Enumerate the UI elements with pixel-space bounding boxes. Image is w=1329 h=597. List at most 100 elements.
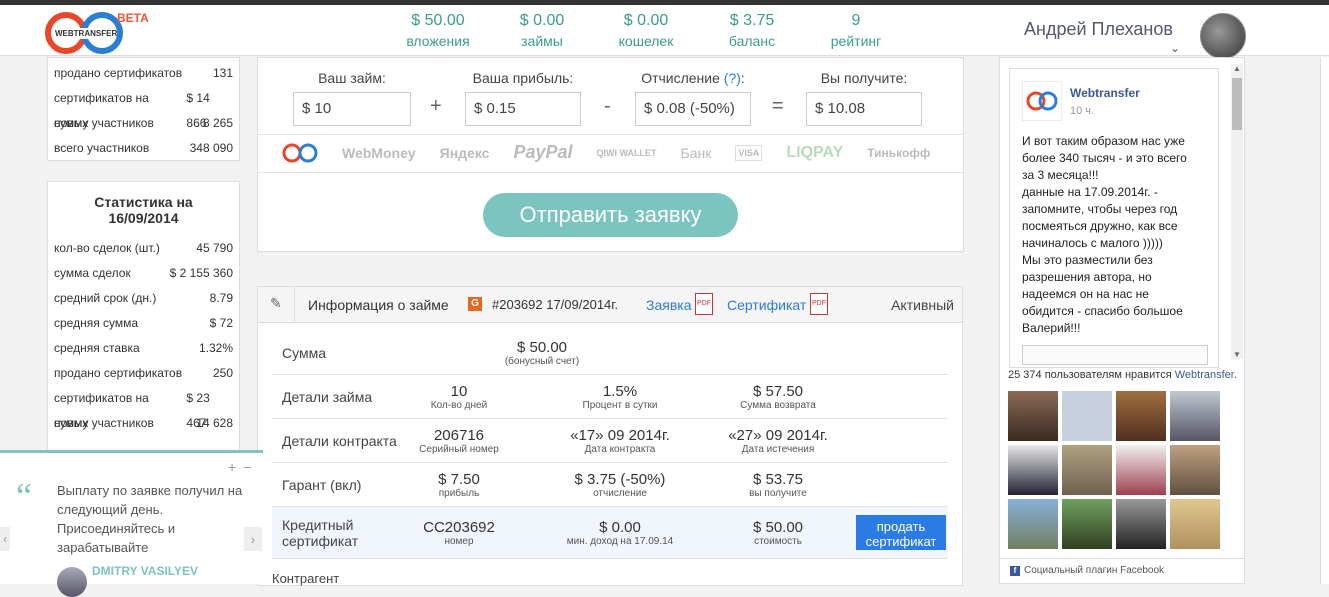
- fan-avatar[interactable]: [1008, 499, 1058, 549]
- webtransfer-pay-icon: [282, 143, 318, 162]
- author-avatar: [57, 567, 87, 597]
- scroll-down-icon[interactable]: ▼: [1233, 350, 1241, 359]
- fan-avatar[interactable]: [1170, 391, 1220, 441]
- webtransfer-avatar-icon[interactable]: [1022, 81, 1062, 121]
- receive-input[interactable]: $ 10.08: [806, 92, 922, 126]
- fee-help-link[interactable]: (?): [724, 70, 741, 86]
- fan-avatar[interactable]: [1170, 445, 1220, 495]
- quote-icon: “: [16, 476, 32, 516]
- liqpay-logo: LIQPAY: [786, 143, 844, 161]
- paypal-logo: PayPal: [513, 142, 573, 162]
- table-row: Гарант (вкл) $ 7.50 прибыль $ 3.75 (-50%)…: [272, 463, 948, 507]
- tinkoff-logo: Тинькофф: [867, 145, 931, 160]
- top-bar: WEBTRANSFER BETA $ 50.00 вложения $ 0.00 з…: [0, 0, 1329, 59]
- stat-rating[interactable]: 9 рейтинг: [820, 12, 892, 49]
- page-scrollbar[interactable]: [1320, 57, 1329, 584]
- fan-avatar[interactable]: [1116, 391, 1166, 441]
- user-name[interactable]: Андрей Плеханов: [1024, 19, 1173, 40]
- facebook-widget: Webtransfer 10 ч. И вот таким образом на…: [999, 57, 1245, 584]
- fan-avatar[interactable]: [1116, 445, 1166, 495]
- stat-investments[interactable]: $ 50.00 вложения: [398, 12, 478, 49]
- scroll-up-icon[interactable]: ▲: [1233, 64, 1241, 73]
- chevron-down-icon[interactable]: ⌄: [1170, 41, 1180, 55]
- facebook-page-name[interactable]: Webtransfer: [1070, 86, 1140, 100]
- loan-input[interactable]: $ 10: [293, 92, 411, 126]
- fan-avatar[interactable]: [1008, 391, 1058, 441]
- stat-row: продано сертификатов 250: [54, 366, 233, 380]
- webmoney-logo: WebMoney: [342, 144, 416, 161]
- stat-row: средняя ставка 1.32%: [54, 341, 233, 355]
- qiwi-logo: QIWI WALLET: [596, 147, 657, 158]
- divider: [258, 134, 963, 135]
- table-row: Детали займа 10 Кол-во дней 1.5% Процент в…: [272, 375, 948, 419]
- stat-row: сертификатов на сумму $ 14 866: [54, 91, 210, 130]
- stat-row: продано сертификатов 131: [54, 66, 233, 80]
- sell-certificate-button[interactable]: продать сертификат: [856, 515, 946, 550]
- prev-arrow-icon[interactable]: ‹: [0, 527, 10, 551]
- table-row: Сумма $ 50.00 (бонусный счет): [272, 331, 948, 375]
- post-image: [1022, 345, 1208, 365]
- logo-text: WEBTRANSFER: [55, 29, 118, 38]
- visa-logo: VISA: [735, 144, 763, 161]
- scrollbar-thumb[interactable]: [1232, 78, 1242, 130]
- fan-avatar[interactable]: [1170, 499, 1220, 549]
- stat-balance[interactable]: $ 3.75 баланс: [716, 12, 788, 49]
- equals-sign: =: [772, 95, 784, 117]
- profit-field: Ваша прибыль: $ 0.15: [465, 70, 581, 126]
- testimonial-quote: Выплату по заявке получил на следующий д…: [57, 483, 243, 555]
- pdf-icon[interactable]: PDF: [695, 293, 713, 315]
- post-time: 10 ч.: [1070, 105, 1095, 117]
- fan-avatar[interactable]: [1062, 445, 1112, 495]
- loan-field: Ваш займ: $ 10: [293, 70, 411, 126]
- stat-row: всего участников 348 090: [54, 141, 233, 155]
- request-link[interactable]: Заявка: [646, 297, 691, 313]
- submit-request-button[interactable]: Отправить заявку: [483, 193, 738, 237]
- plus-sign: +: [430, 95, 442, 117]
- profit-input[interactable]: $ 0.15: [465, 92, 581, 126]
- stats-panel-today: продано сертификатов 131 сертификатов на …: [47, 57, 240, 161]
- payment-methods: WebMoney Яндекс PayPal QIWI WALLET Банк …: [282, 142, 972, 163]
- table-row: Детали контракта 206716 Серийный номер «1…: [272, 419, 948, 463]
- loan-details-table: Сумма $ 50.00 (бонусный счет) Детали займ…: [272, 331, 948, 586]
- pdf-icon[interactable]: PDF: [810, 293, 828, 315]
- avatar[interactable]: [1200, 13, 1246, 59]
- loan-number: #203692 17/09/2014г.: [492, 297, 619, 312]
- fee-input[interactable]: $ 0.08 (-50%): [635, 92, 751, 126]
- stat-wallet[interactable]: $ 0.00 кошелек: [608, 12, 684, 49]
- fan-avatar[interactable]: [1062, 391, 1112, 441]
- yandex-logo: Яндекс: [439, 144, 490, 161]
- next-arrow-icon[interactable]: ›: [244, 527, 262, 551]
- stat-row: средний срок (дн.) 8.79: [54, 291, 233, 305]
- minus-icon[interactable]: −: [243, 459, 251, 475]
- facebook-post: Webtransfer 10 ч. И вот таким образом на…: [1009, 68, 1219, 368]
- fan-avatar[interactable]: [1062, 499, 1112, 549]
- counterparty-label: Контрагент: [272, 571, 340, 586]
- divider: [294, 287, 295, 323]
- divider: [258, 172, 963, 173]
- stats-title: Статистика на 16/09/2014: [94, 194, 193, 226]
- fan-avatar[interactable]: [1116, 499, 1166, 549]
- stat-loans[interactable]: $ 0.00 займы: [506, 12, 578, 49]
- fee-field: Отчисление (?): $ 0.08 (-50%): [635, 70, 751, 126]
- plus-icon[interactable]: +: [228, 459, 236, 475]
- stat-row: средняя сумма $ 72: [54, 316, 233, 330]
- stats-panel-history: Статистика на 16/09/2014 кол-во сделок (ш…: [47, 181, 240, 451]
- testimonial-widget: + − “ Выплату по заявке получил на следу…: [0, 450, 263, 597]
- certificate-link[interactable]: Сертификат: [727, 297, 806, 313]
- pencil-icon[interactable]: ✎: [270, 295, 282, 312]
- minus-sign: -: [604, 95, 611, 117]
- facebook-scrollbar[interactable]: ▲ ▼: [1231, 64, 1243, 359]
- facebook-icon: f: [1010, 566, 1020, 576]
- guarantee-badge: G: [468, 297, 482, 311]
- receive-field: Вы получите: $ 10.08: [806, 70, 922, 126]
- fan-avatar[interactable]: [1008, 445, 1058, 495]
- loan-info-panel: ✎ Информация о займе G #203692 17/09/201…: [257, 286, 963, 586]
- stat-row: кол-во сделок (шт.) 45 790: [54, 241, 233, 255]
- testimonial-author: DMITRY VASILYEV: [92, 564, 199, 578]
- stat-row: сертификатов на сумму $ 23 467: [54, 391, 210, 430]
- loan-info-header: ✎ Информация о займе G #203692 17/09/201…: [258, 287, 962, 323]
- likes-page-link[interactable]: Webtransfer: [1175, 369, 1234, 381]
- beta-badge: BETA: [117, 11, 149, 25]
- table-row: Кредитный сертификат CC203692 номер $ 0.0…: [272, 507, 948, 559]
- stat-row: новых участников 14 628: [54, 416, 233, 430]
